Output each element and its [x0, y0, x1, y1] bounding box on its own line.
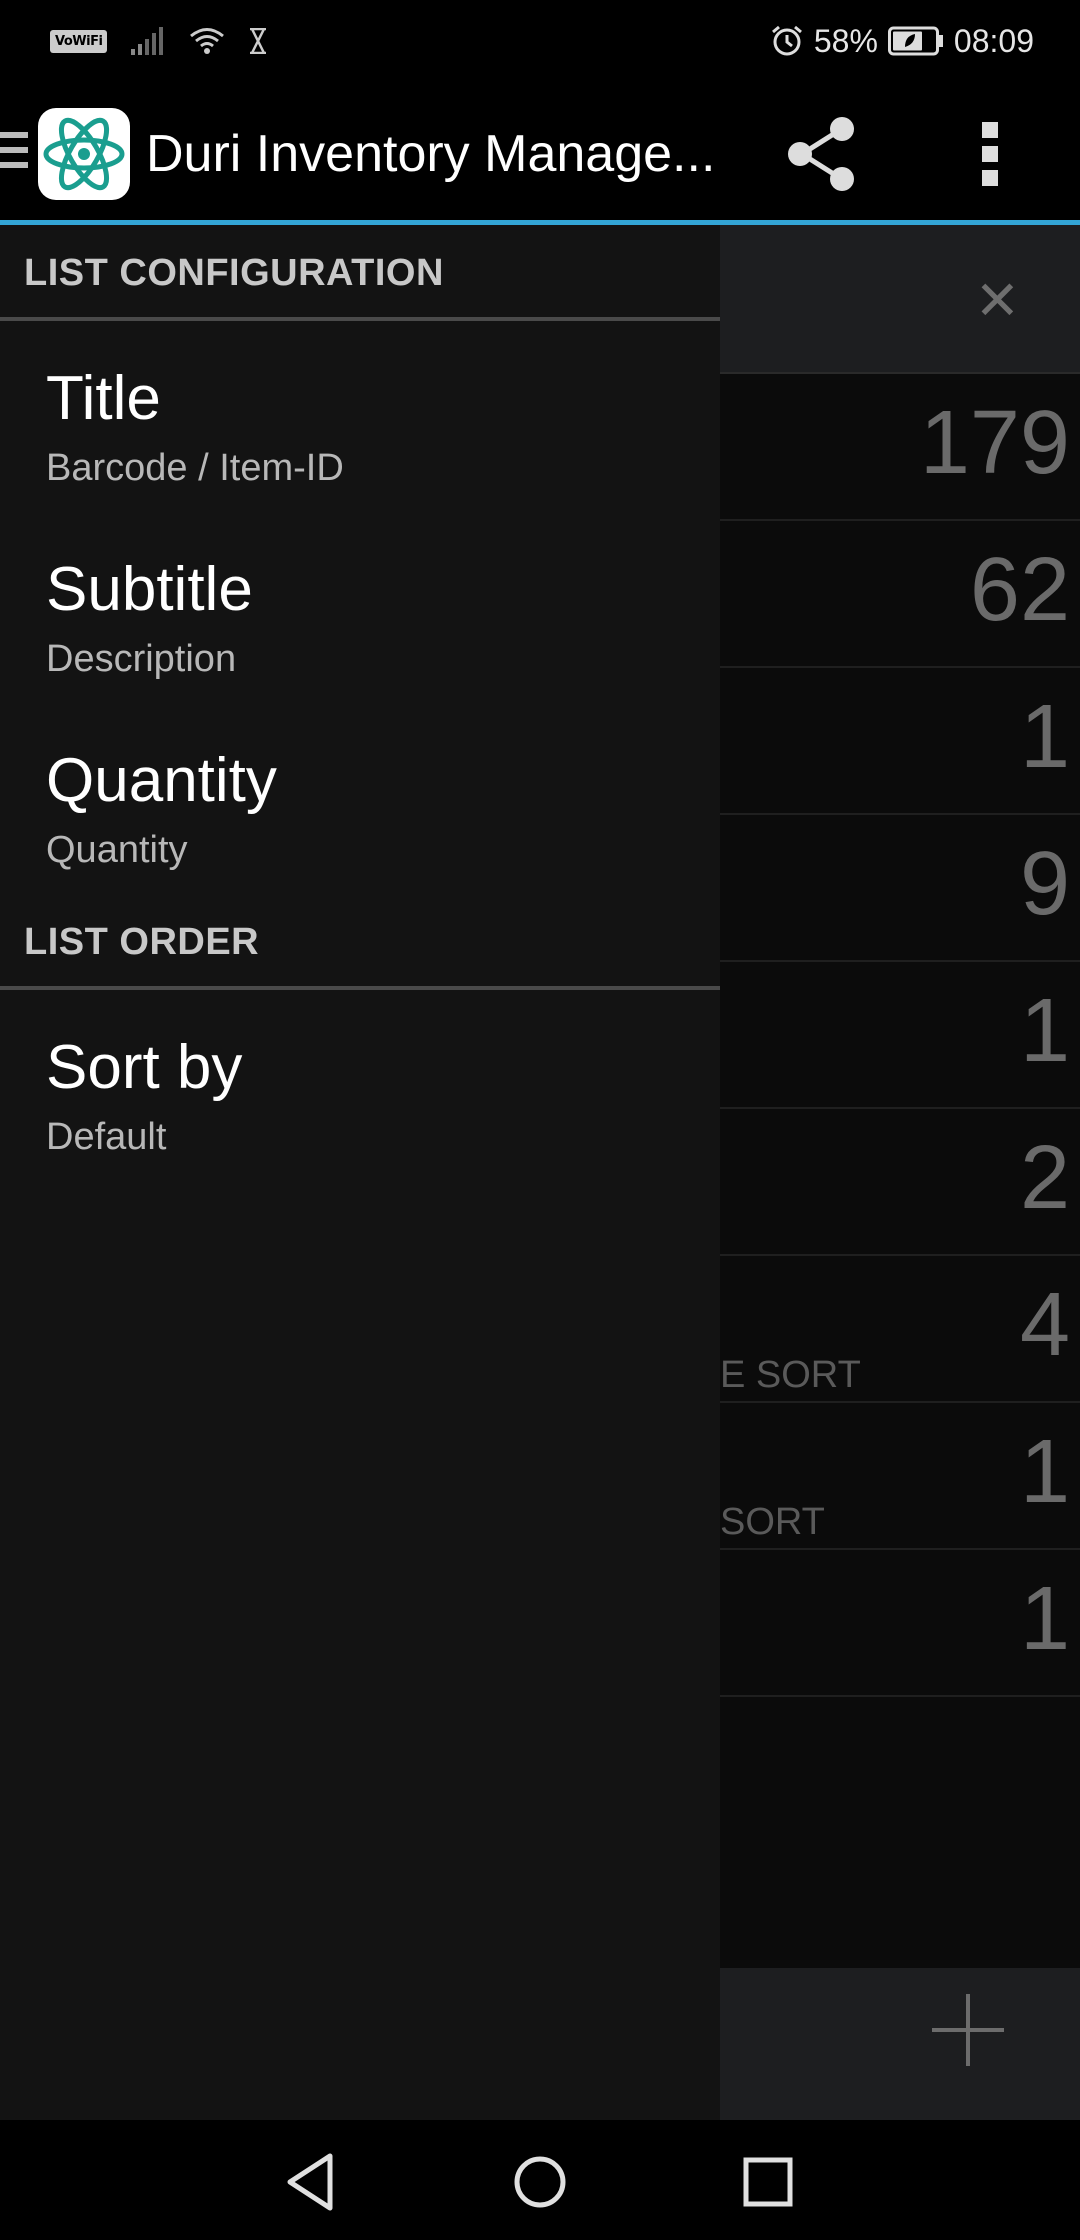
pref-quantity-field[interactable]: Quantity Quantity	[0, 707, 720, 897]
item-quantity: 2	[1019, 1128, 1070, 1228]
item-quantity: 1	[1019, 1422, 1070, 1522]
list-item[interactable]: 62	[720, 521, 1080, 668]
item-quantity: 1	[1019, 1569, 1070, 1669]
system-navigation-bar	[0, 2120, 1080, 2240]
pref-title: Title	[46, 364, 161, 433]
list-item[interactable]: 1	[720, 1550, 1080, 1697]
home-icon[interactable]	[500, 2142, 580, 2222]
item-quantity: 9	[1019, 834, 1070, 934]
wifi-icon	[190, 28, 225, 54]
sort-label: E SORT	[720, 1354, 861, 1396]
list-item[interactable]: 1	[720, 962, 1080, 1109]
battery-icon	[887, 26, 943, 56]
background-bottom-bar	[720, 1968, 1080, 2120]
list-item[interactable]: 1 SORT	[720, 1403, 1080, 1550]
list-item[interactable]: 2	[720, 1109, 1080, 1256]
clock: 08:09	[953, 22, 1034, 59]
item-quantity: 4	[1019, 1275, 1070, 1375]
list-item[interactable]: 1	[720, 668, 1080, 815]
background-search-bar: ✕	[720, 224, 1080, 374]
menu-icon[interactable]	[0, 132, 28, 172]
app-title: Duri Inventory Manage...	[146, 125, 716, 183]
item-quantity: 179	[919, 393, 1070, 493]
section-header-list-configuration: LIST CONFIGURATION	[0, 225, 720, 321]
pref-subtitle-field[interactable]: Subtitle Description	[0, 516, 720, 706]
item-quantity: 1	[1019, 981, 1070, 1081]
item-quantity: 1	[1019, 687, 1070, 787]
recents-icon[interactable]	[728, 2142, 808, 2222]
sort-label: SORT	[720, 1501, 825, 1543]
atom-app-icon[interactable]	[38, 108, 130, 200]
background-item-list: 179 62 1 9 1 2 4 E SORT 1 SORT 1	[720, 374, 1080, 1697]
hourglass-icon	[250, 28, 267, 54]
battery-percent: 58%	[813, 22, 878, 59]
section-header-label: LIST CONFIGURATION	[24, 252, 444, 294]
pref-summary: Description	[46, 638, 237, 680]
add-icon[interactable]	[932, 1994, 1004, 2066]
back-icon[interactable]	[270, 2142, 350, 2222]
pref-title: Sort by	[46, 1033, 243, 1102]
pref-summary: Barcode / Item-ID	[46, 447, 344, 489]
vowifi-icon: VoWiFi	[50, 29, 108, 53]
list-item[interactable]: 4 E SORT	[720, 1256, 1080, 1403]
pref-title: Quantity	[46, 746, 277, 815]
pref-title-field[interactable]: Title Barcode / Item-ID	[0, 325, 720, 515]
pref-summary: Default	[46, 1116, 167, 1158]
list-item[interactable]: 179	[720, 374, 1080, 521]
pref-summary: Quantity	[46, 829, 188, 871]
pref-sort-by[interactable]: Sort by Default	[0, 994, 720, 1184]
section-header-list-order: LIST ORDER	[0, 894, 720, 990]
close-icon[interactable]: ✕	[975, 274, 1020, 328]
alarm-icon	[771, 25, 802, 56]
navigation-drawer: LIST CONFIGURATION Title Barcode / Item-…	[0, 225, 720, 2120]
background-empty-area	[720, 1697, 1080, 1969]
item-quantity: 62	[969, 540, 1070, 640]
section-header-label: LIST ORDER	[24, 921, 260, 963]
list-item[interactable]: 9	[720, 815, 1080, 962]
pref-title: Subtitle	[46, 555, 253, 624]
signal-icon	[131, 27, 164, 55]
status-bar: VoWiFi 58% 08:09	[0, 0, 1080, 82]
share-icon[interactable]	[786, 116, 858, 192]
